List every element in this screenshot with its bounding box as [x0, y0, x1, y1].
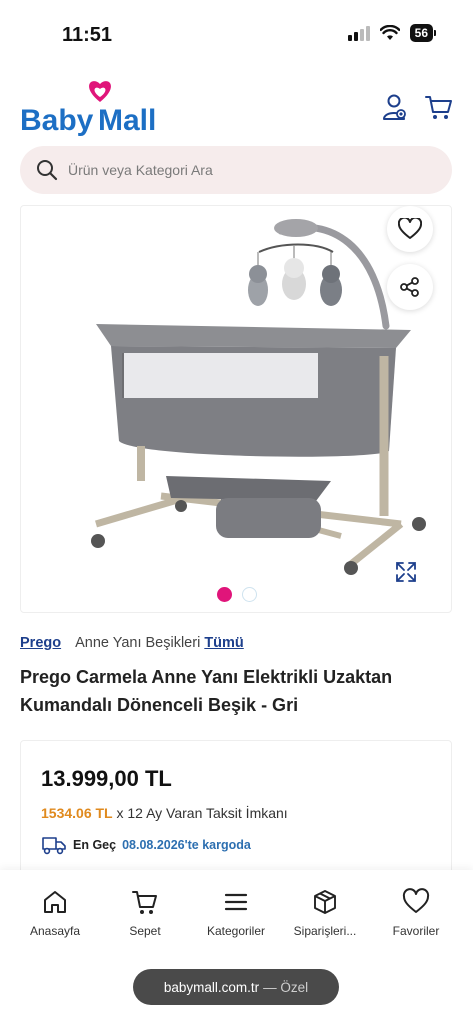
gallery-pagination [21, 587, 451, 602]
menu-icon [224, 893, 248, 911]
status-bar: 11:51 56 [0, 0, 473, 64]
tab-categories[interactable]: Kategoriler [191, 888, 281, 938]
svg-text:Mall: Mall [98, 104, 156, 137]
share-icon [400, 277, 419, 297]
tab-orders-label: Siparişleri... [293, 924, 357, 938]
search-icon [37, 160, 58, 181]
tab-favorites-label: Favoriler [392, 924, 440, 938]
truck-icon [42, 837, 66, 855]
user-account-icon[interactable] [380, 92, 410, 122]
signal-icon [347, 25, 370, 41]
search-bar[interactable] [20, 146, 452, 194]
installment-info: 1534.06 TL x 12 Ay Varan Taksit İmkanı [41, 805, 288, 821]
delivery-info: En Geç 08.08.2026'te kargoda [41, 835, 251, 855]
box-icon [314, 890, 336, 914]
tab-cart-label: Sepet [129, 924, 161, 938]
product-gallery[interactable] [20, 205, 452, 613]
svg-text:Baby: Baby [20, 104, 94, 137]
tab-categories-label: Kategoriler [206, 924, 266, 938]
wifi-icon [379, 25, 400, 40]
tab-favorites[interactable]: Favoriler [371, 888, 461, 938]
heart-icon [402, 888, 430, 913]
breadcrumb-all-link[interactable]: Tümü [204, 635, 243, 651]
delivery-label: En Geç [73, 838, 117, 852]
cart-icon [132, 891, 157, 914]
home-icon [44, 891, 66, 913]
tab-home-label: Anasayfa [29, 924, 81, 938]
breadcrumb: Prego Anne Yanı Beşikleri Tümü [20, 635, 244, 651]
price-card: 13.999,00 TL 1534.06 TL x 12 Ay Varan Ta… [20, 740, 452, 880]
share-button[interactable] [387, 264, 433, 310]
status-time: 11:51 [62, 24, 113, 46]
gallery-dot[interactable] [242, 587, 257, 602]
product-image-bedside-crib[interactable] [41, 206, 441, 586]
expand-icon[interactable] [395, 561, 417, 583]
gallery-dot-active[interactable] [217, 587, 232, 602]
app-header: Baby Mall [0, 70, 473, 140]
private-mode-label: — Özel [263, 979, 309, 995]
browser-url-bar[interactable]: babymall.com.tr — Özel [133, 969, 339, 1005]
delivery-date: 08.08.2026'te kargoda [122, 838, 251, 852]
tab-home[interactable]: Anasayfa [10, 888, 100, 938]
breadcrumb-category: Anne Yanı Beşikleri [75, 635, 201, 651]
product-price: 13.999,00 TL [41, 766, 172, 791]
installment-amount: 1534.06 TL [41, 805, 113, 821]
tab-cart[interactable]: Sepet [100, 888, 190, 938]
breadcrumb-brand-link[interactable]: Prego [20, 635, 61, 651]
product-title: Prego Carmela Anne Yanı Elektrikli Uzakt… [20, 667, 393, 715]
favorite-button[interactable] [387, 206, 433, 252]
heart-icon [398, 218, 422, 239]
status-icons: 56 [347, 24, 437, 42]
battery-indicator: 56 [409, 24, 437, 42]
url-text: babymall.com.tr [163, 979, 260, 995]
installment-text: x 12 Ay Varan Taksit İmkanı [116, 805, 288, 821]
babymall-logo[interactable]: Baby Mall [20, 78, 180, 138]
search-input[interactable] [68, 162, 408, 178]
cart-icon[interactable] [424, 92, 454, 122]
tab-orders[interactable]: Siparişleri... [280, 888, 370, 938]
